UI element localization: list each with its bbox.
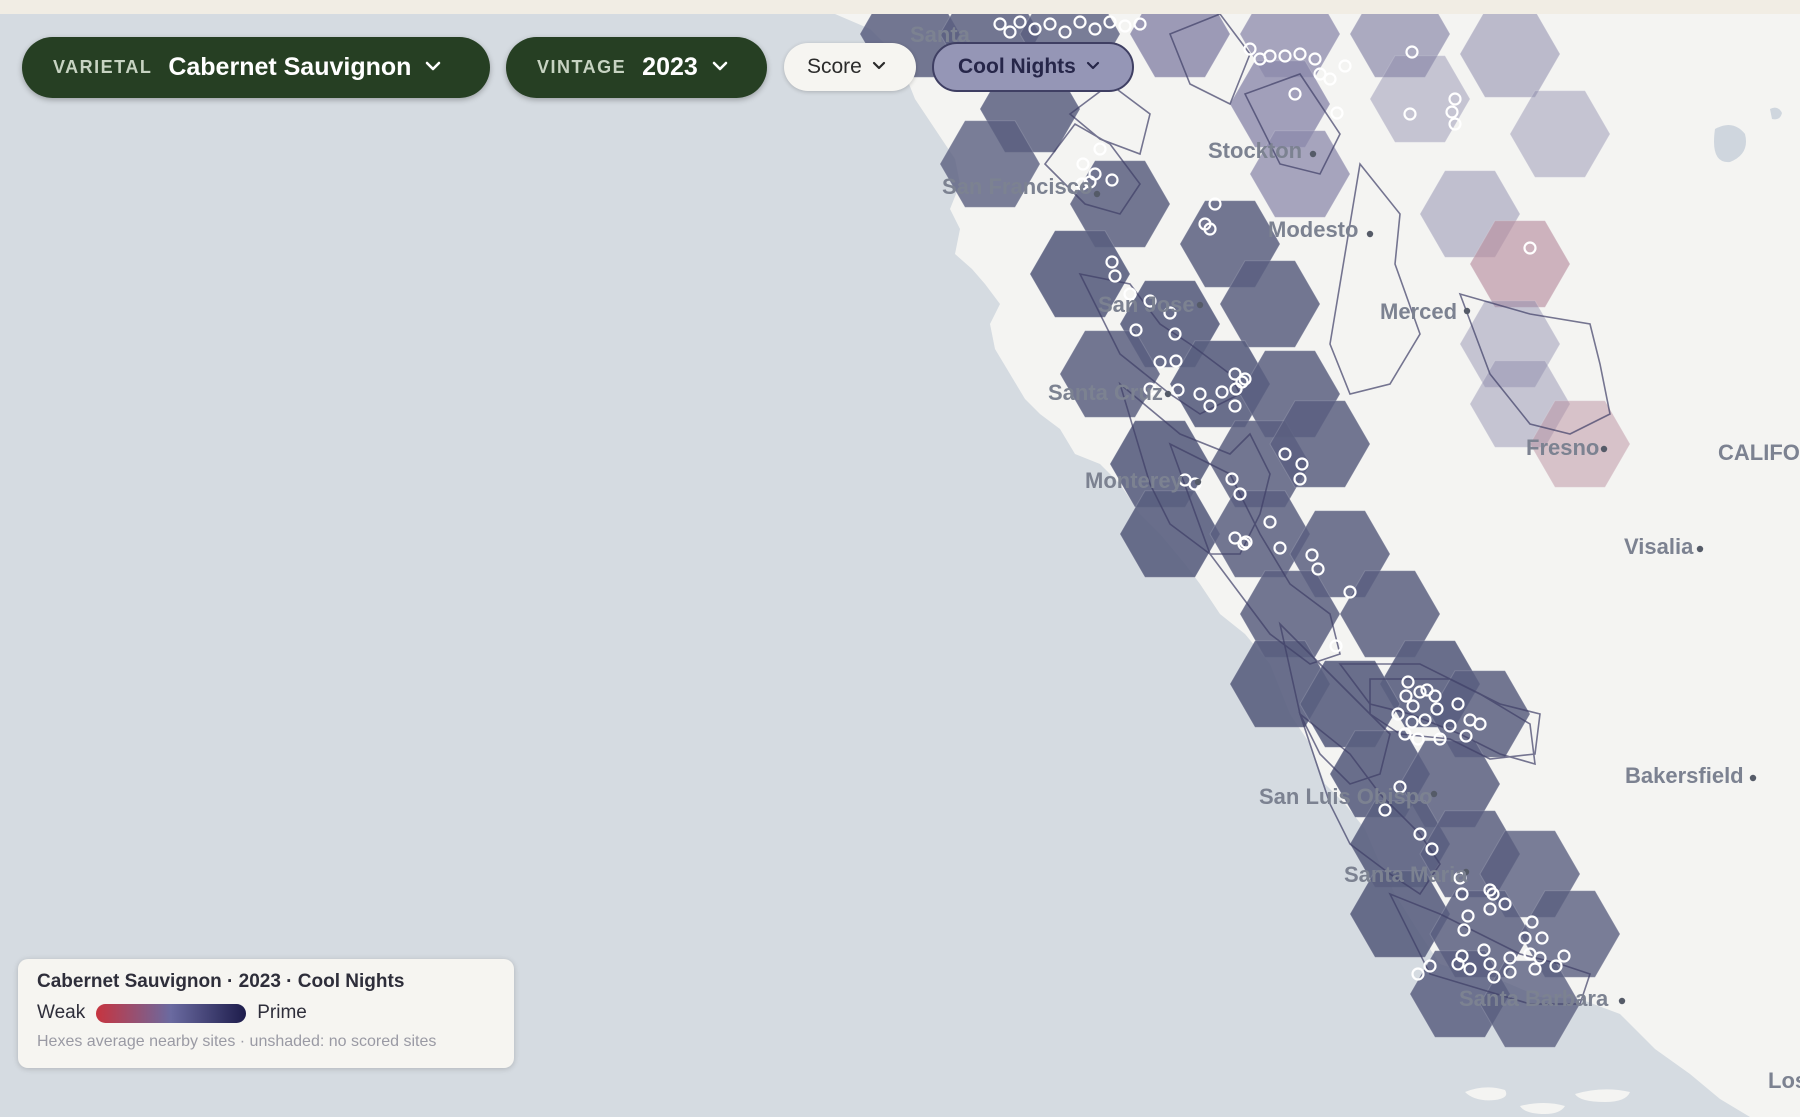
map-app: Santa Stockton San Francisco Modesto San…: [0, 0, 1800, 1117]
city-label-bakersfield: Bakersfield: [1625, 763, 1744, 788]
city-label-stockton: Stockton: [1208, 138, 1302, 163]
city-label-monterey: Monterey: [1085, 468, 1184, 493]
city-dot: [1093, 190, 1101, 198]
city-label-los-angeles: Los: [1768, 1068, 1800, 1093]
chevron-down-icon: [1086, 58, 1100, 76]
vintage-label: VINTAGE: [537, 57, 627, 77]
city-label-california: CALIFO: [1718, 440, 1800, 465]
city-dot: [1309, 150, 1317, 158]
varietal-value: Cabernet Sauvignon: [168, 53, 412, 81]
city-dot: [1194, 478, 1202, 486]
metric-selector[interactable]: Cool Nights: [932, 42, 1134, 92]
legend-note: Hexes average nearby sites · unshaded: n…: [37, 1033, 437, 1050]
chevron-down-icon: [425, 59, 441, 77]
city-label-san-francisco: San Francisco: [942, 174, 1092, 199]
city-dot: [1696, 545, 1704, 553]
city-dot: [1196, 301, 1204, 309]
vintage-selector[interactable]: VINTAGE 2023: [506, 37, 767, 98]
top-strip: [0, 0, 1800, 15]
vintage-value: 2023: [642, 53, 698, 81]
legend-title: Cabernet Sauvignon · 2023 · Cool Nights: [37, 971, 405, 992]
legend-scale: Weak Prime: [37, 1002, 514, 1024]
map-legend: Cabernet Sauvignon · 2023 · Cool Nights …: [18, 959, 514, 1068]
city-label-san-jose: San Jose: [1098, 292, 1195, 317]
mode-value: Score: [807, 55, 862, 78]
chevron-down-icon: [712, 59, 728, 77]
city-dot: [1164, 390, 1172, 398]
city-label-san-luis-obispo: San Luis Obispo: [1259, 784, 1433, 809]
mode-selector[interactable]: Score: [784, 43, 916, 91]
legend-weak-label: Weak: [37, 1002, 86, 1023]
city-label-fresno: Fresno: [1526, 435, 1599, 460]
city-label-modesto: Modesto: [1268, 217, 1358, 242]
city-label-santa-barbara: Santa Barbara: [1459, 986, 1609, 1011]
city-label-merced: Merced: [1380, 299, 1457, 324]
city-dot: [1600, 445, 1608, 453]
city-dot: [1618, 997, 1626, 1005]
city-dot: [1463, 307, 1471, 315]
varietal-selector[interactable]: VARIETAL Cabernet Sauvignon: [22, 37, 490, 98]
city-label-santa-maria: Santa Maria: [1344, 862, 1468, 887]
city-label-santa-cruz: Santa Cruz: [1048, 380, 1163, 405]
city-dot: [1366, 230, 1374, 238]
map-canvas[interactable]: Santa Stockton San Francisco Modesto San…: [0, 14, 1800, 1117]
varietal-label: VARIETAL: [53, 57, 153, 77]
city-dot: [1749, 774, 1757, 782]
legend-gradient-bar: [96, 1003, 247, 1023]
city-label-visalia: Visalia: [1624, 534, 1694, 559]
chevron-down-icon: [872, 58, 886, 76]
legend-prime-label: Prime: [257, 1002, 307, 1023]
metric-value: Cool Nights: [958, 55, 1076, 78]
